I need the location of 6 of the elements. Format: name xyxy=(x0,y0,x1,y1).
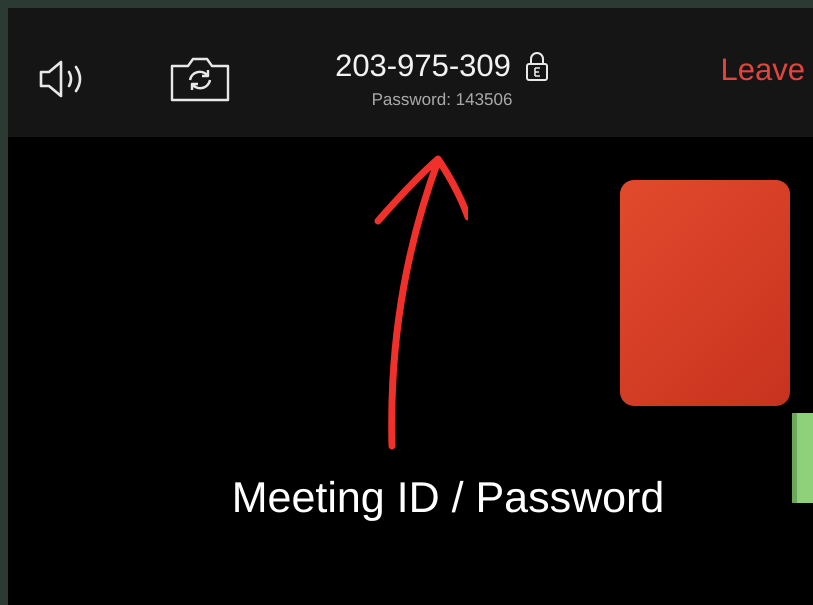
meeting-id: 203-975-309 xyxy=(335,48,511,84)
leave-button[interactable]: Leave xyxy=(720,52,813,106)
password-text: Password: 143506 xyxy=(372,90,512,110)
annotation-caption: Meeting ID / Password xyxy=(232,474,664,523)
lock-icon xyxy=(524,50,549,80)
camera-switch-icon[interactable] xyxy=(170,56,230,102)
